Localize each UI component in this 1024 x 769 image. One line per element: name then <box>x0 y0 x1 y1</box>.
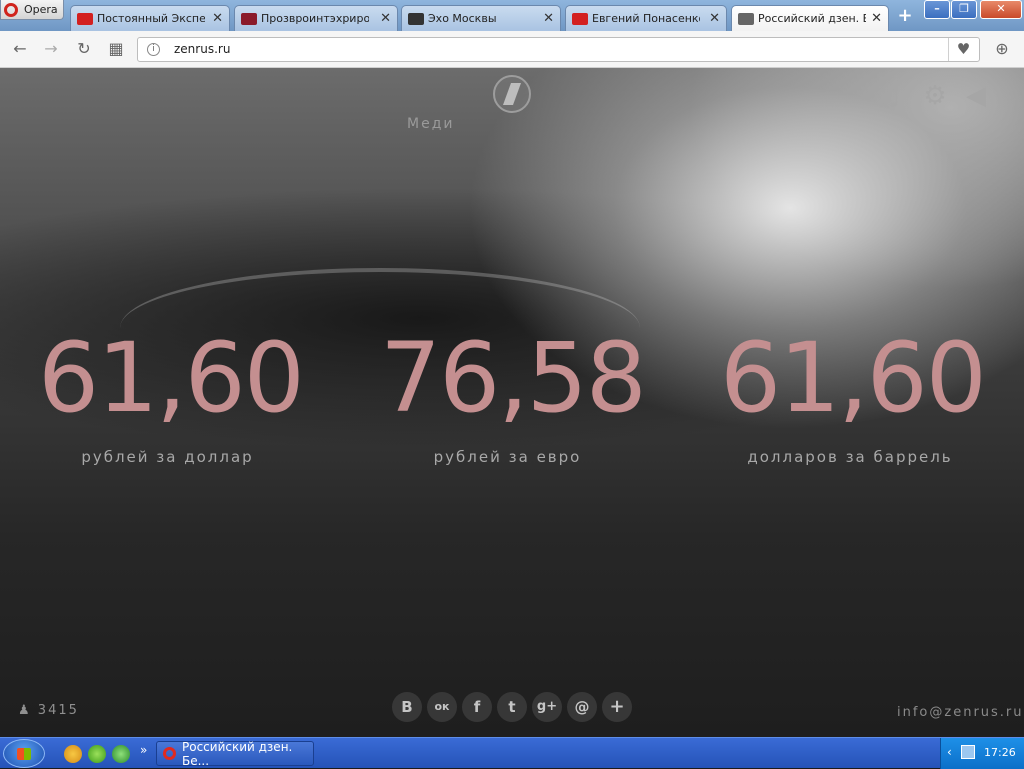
tray-expand-icon[interactable]: ‹ <box>947 745 952 759</box>
oil-price-label: долларов за баррель <box>747 448 953 466</box>
odnoklassniki-icon[interactable]: ок <box>427 692 457 722</box>
windows-taskbar: » Российский дзен. Бе... ‹ 17:26 <box>0 737 1024 769</box>
clock[interactable]: 17:26 <box>984 746 1016 759</box>
speed-dial-grid-icon[interactable]: ▦ <box>106 39 126 59</box>
new-tab-button[interactable]: + <box>895 6 915 26</box>
oil-price-value: 61,60 <box>720 322 987 434</box>
utorrent-icon[interactable] <box>88 745 106 763</box>
vkontakte-icon[interactable]: В <box>392 692 422 722</box>
browser-tab-strip: Opera Постоянный Эксперт ✕ Прозвроинтэхр… <box>0 0 1024 31</box>
tab-ponasenkov[interactable]: Евгений Понасенков ✕ <box>565 5 727 31</box>
network-icon[interactable] <box>961 745 975 759</box>
site-info-icon[interactable]: i <box>147 43 160 56</box>
download-icon[interactable]: ⊕ <box>992 39 1012 59</box>
reload-icon[interactable]: ↻ <box>74 39 94 59</box>
start-button[interactable] <box>3 739 45 768</box>
tab-ekho-moskvy[interactable]: Эхо Москвы ✕ <box>401 5 561 31</box>
tab-title: Прозвроинтэхрирова <box>261 12 369 25</box>
back-arrow-icon[interactable]: ← <box>10 39 30 59</box>
eur-rate-value: 76,58 <box>380 322 647 434</box>
page-background-wave: Меди ♫ ⚙ ◀ 61,60 рублей за доллар 76,58 … <box>0 68 1024 737</box>
address-text[interactable]: zenrus.ru <box>174 42 230 56</box>
more-share-icon[interactable]: + <box>602 692 632 722</box>
tab-close-icon[interactable]: ✕ <box>212 11 223 26</box>
mail-icon[interactable]: @ <box>567 692 597 722</box>
usd-rate-label: рублей за доллар <box>81 448 254 466</box>
visitor-count: 3415 <box>37 703 79 718</box>
visitor-counter: ♟ 3415 <box>18 703 79 718</box>
opera-menu-button[interactable]: Opera <box>0 0 64 20</box>
restore-button[interactable]: ❐ <box>951 0 977 19</box>
youtube-icon <box>77 12 93 25</box>
tab-close-icon[interactable]: ✕ <box>871 11 882 26</box>
tab-close-icon[interactable]: ✕ <box>543 11 554 26</box>
menu-label[interactable]: Меди <box>407 116 454 132</box>
opera-logo-icon <box>4 2 18 17</box>
tab-title: Эхо Москвы <box>428 12 497 25</box>
tab-title: Российский дзен. Бес <box>758 12 866 25</box>
tab-prozvro[interactable]: Прозвроинтэхрирова ✕ <box>234 5 398 31</box>
quicklaunch-expand-icon[interactable]: » <box>140 743 147 757</box>
taskbar-opera-window[interactable]: Российский дзен. Бе... <box>156 739 314 768</box>
youtube-icon <box>572 12 588 25</box>
twitter-icon[interactable]: t <box>497 692 527 722</box>
contact-email-link[interactable]: info@zenrus.ru <box>897 705 1024 720</box>
link-icon <box>241 12 257 25</box>
minimize-button[interactable]: – <box>924 0 950 19</box>
forward-arrow-icon[interactable]: → <box>41 39 61 59</box>
eur-rate-label: рублей за евро <box>433 448 582 466</box>
facebook-icon[interactable]: f <box>462 692 492 722</box>
tab-close-icon[interactable]: ✕ <box>709 11 720 26</box>
opera-menu-label: Opera <box>24 3 58 16</box>
zen-icon <box>738 12 754 25</box>
taskbar-window-title: Российский дзен. Бе... <box>182 739 293 768</box>
navigation-bar: ← → ↻ ▦ i zenrus.ru ♥ ⊕ <box>0 31 1024 68</box>
opera-quicklaunch-icon[interactable] <box>64 745 82 763</box>
zenrus-logo-icon[interactable] <box>493 75 531 113</box>
usd-rate-value: 61,60 <box>38 322 305 434</box>
close-window-button[interactable]: ✕ <box>980 0 1022 19</box>
echo-icon <box>408 12 424 25</box>
speaker-icon[interactable]: ◀ <box>962 82 990 110</box>
heart-bookmark-icon[interactable]: ♥ <box>948 38 978 61</box>
gear-icon[interactable]: ⚙ <box>921 82 949 110</box>
icq-flower-icon[interactable] <box>112 745 130 763</box>
tab-close-icon[interactable]: ✕ <box>380 11 391 26</box>
tab-title: Евгений Понасенков <box>592 12 700 25</box>
robot-icon: ♟ <box>18 703 32 718</box>
address-bar[interactable]: i zenrus.ru ♥ <box>137 37 980 62</box>
opera-logo-icon <box>163 747 176 760</box>
tab-title: Постоянный Эксперт <box>97 12 205 25</box>
tab-postoyanny-ekspert[interactable]: Постоянный Эксперт ✕ <box>70 5 230 31</box>
tab-rossiysky-dzen[interactable]: Российский дзен. Бес ✕ <box>731 5 889 31</box>
music-note-icon[interactable]: ♫ <box>876 82 904 110</box>
google-plus-icon[interactable]: g+ <box>532 692 562 722</box>
